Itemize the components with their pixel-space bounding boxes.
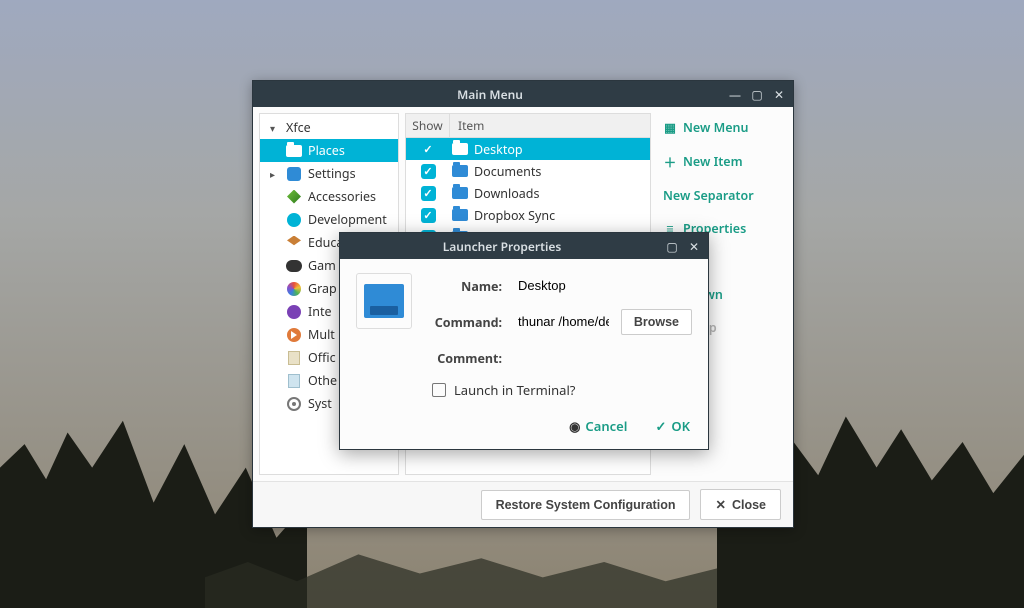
maximize-button[interactable]: ▢ [749, 86, 765, 102]
folder-icon [286, 143, 302, 159]
games-icon [286, 258, 302, 274]
header-item[interactable]: Item [450, 114, 650, 137]
button-label: Cancel [585, 417, 627, 435]
close-window-button[interactable]: ✕ [771, 86, 787, 102]
other-icon [286, 373, 302, 389]
header-show[interactable]: Show [406, 114, 450, 137]
caret-right-icon: ▸ [270, 167, 280, 181]
launcher-icon-button[interactable] [356, 273, 420, 329]
close-icon: ✕ [715, 497, 725, 512]
caret-down-icon: ▾ [270, 121, 280, 135]
button-label: Close [732, 498, 766, 512]
accessories-icon [286, 189, 302, 205]
dialog-title: Launcher Properties [346, 238, 658, 255]
main-window-title: Main Menu [259, 86, 721, 103]
comment-input[interactable] [514, 345, 692, 371]
folder-icon [452, 187, 468, 199]
office-icon [286, 350, 302, 366]
item-row-desktop[interactable]: Desktop [406, 138, 650, 160]
dialog-close-button[interactable]: ✕ [686, 238, 702, 254]
tree-item-label: Places [308, 142, 345, 159]
multimedia-icon [286, 327, 302, 343]
plus-doc-icon: ▦ [663, 119, 677, 136]
button-label: Restore System Configuration [496, 498, 676, 512]
folder-icon [364, 284, 404, 318]
new-menu-button[interactable]: ▦ New Menu [659, 117, 785, 138]
tree-root-xfce[interactable]: ▾ Xfce [260, 116, 398, 139]
button-label: OK [671, 417, 690, 435]
item-row-downloads[interactable]: Downloads [406, 182, 650, 204]
tree-item-label: Othe [308, 372, 337, 389]
tree-item-label: Accessories [308, 188, 376, 205]
command-input[interactable] [514, 309, 613, 335]
tree-item-development[interactable]: Development [260, 208, 398, 231]
action-label: New Item [683, 153, 743, 170]
launcher-properties-dialog: Launcher Properties ▢ ✕ Name: Command: B… [339, 232, 709, 450]
item-row-dropbox[interactable]: Dropbox Sync [406, 204, 650, 226]
show-checkbox[interactable] [421, 142, 436, 157]
dialog-footer: ◉ Cancel ✓ OK [340, 409, 708, 449]
item-label: Documents [470, 163, 650, 180]
tree-item-label: Development [308, 211, 387, 228]
desktop-wallpaper: Main Menu — ▢ ✕ ▾ Xfce Places ▸ Settings [0, 0, 1024, 608]
cancel-icon: ◉ [569, 417, 580, 435]
action-label: New Separator [663, 187, 754, 204]
new-separator-button[interactable]: New Separator [659, 185, 785, 206]
item-row-documents[interactable]: Documents [406, 160, 650, 182]
comment-label: Comment: [428, 350, 506, 367]
tree-item-label: Mult [308, 326, 335, 343]
tree-item-label: Settings [308, 165, 356, 182]
show-checkbox[interactable] [421, 186, 436, 201]
close-button[interactable]: ✕ Close [700, 489, 781, 520]
action-label: New Menu [683, 119, 748, 136]
command-label: Command: [428, 314, 506, 331]
tree-item-label: Offic [308, 349, 336, 366]
tree-item-settings[interactable]: ▸ Settings [260, 162, 398, 185]
item-label: Dropbox Sync [470, 207, 650, 224]
dialog-maximize-button[interactable]: ▢ [664, 238, 680, 254]
dialog-body: Name: Command: Browse Comment: Launch in… [340, 259, 708, 409]
development-icon [286, 212, 302, 228]
plus-icon: ＋ [663, 152, 677, 171]
items-header: Show Item [406, 114, 650, 138]
tree-item-label: Syst [308, 395, 332, 412]
launch-in-terminal-checkbox[interactable] [432, 383, 446, 397]
folder-icon [452, 143, 468, 155]
restore-config-button[interactable]: Restore System Configuration [481, 490, 691, 520]
name-input[interactable] [514, 273, 692, 299]
item-label: Downloads [470, 185, 650, 202]
launch-in-terminal-label: Launch in Terminal? [454, 381, 575, 399]
minimize-button[interactable]: — [727, 86, 743, 102]
internet-icon [286, 304, 302, 320]
education-icon [286, 235, 302, 251]
graphics-icon [286, 281, 302, 297]
cancel-button[interactable]: ◉ Cancel [569, 417, 627, 435]
tree-item-accessories[interactable]: Accessories [260, 185, 398, 208]
ok-button[interactable]: ✓ OK [655, 417, 690, 435]
dialog-titlebar[interactable]: Launcher Properties ▢ ✕ [340, 233, 708, 259]
show-checkbox[interactable] [421, 208, 436, 223]
main-window-titlebar[interactable]: Main Menu — ▢ ✕ [253, 81, 793, 107]
tree-item-label: Gam [308, 257, 336, 274]
main-window-footer: Restore System Configuration ✕ Close [253, 481, 793, 527]
new-item-button[interactable]: ＋ New Item [659, 150, 785, 173]
settings-icon [286, 166, 302, 182]
name-label: Name: [428, 278, 506, 295]
browse-button[interactable]: Browse [621, 309, 692, 335]
system-icon [286, 396, 302, 412]
tree-root-label: Xfce [286, 119, 311, 136]
tree-item-label: Inte [308, 303, 332, 320]
item-label: Desktop [470, 141, 650, 158]
button-label: Browse [634, 315, 679, 329]
show-checkbox[interactable] [421, 164, 436, 179]
tree-item-places[interactable]: Places [260, 139, 398, 162]
folder-icon [452, 209, 468, 221]
folder-icon [452, 165, 468, 177]
tree-item-label: Grap [308, 280, 337, 297]
check-icon: ✓ [655, 417, 666, 435]
